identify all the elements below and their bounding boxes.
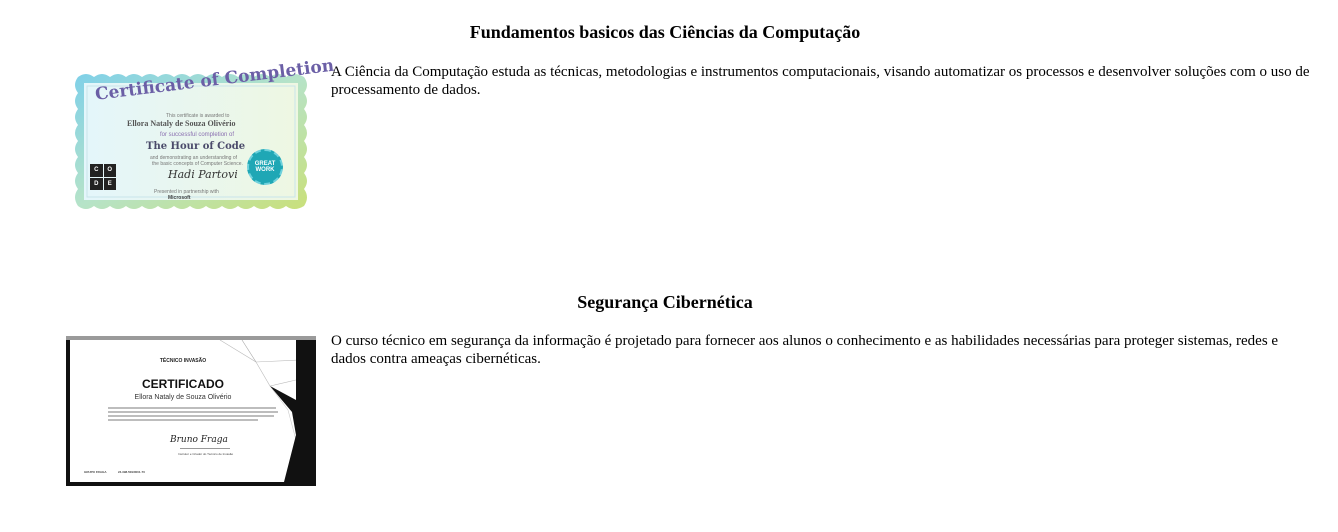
- certificate-course: The Hour of Code: [146, 141, 246, 152]
- section-title: Fundamentos basicos das Ciências da Comp…: [469, 22, 861, 42]
- code-letter: E: [103, 177, 116, 190]
- certificate-image-hour-of-code: Certificate of Completion This certifica…: [72, 56, 335, 212]
- certificate-basic-line: the basic concepts of Computer Science.: [152, 161, 243, 167]
- certificate-paper: TÉCNICO INVASÃO CERTIFICADO Ellora Natal…: [70, 340, 296, 482]
- code-letter: O: [103, 164, 116, 177]
- certificate-mid-label: 24.398.509/0001-70: [118, 470, 145, 474]
- certificate-signature: Bruno Fraga: [170, 435, 228, 445]
- certificate-completion-line: for successful completion of: [160, 132, 235, 138]
- badge-line: WORK: [255, 167, 275, 173]
- certificate-left-label: GRUPO FRAGA: [84, 470, 107, 474]
- great-work-badge-icon: GREAT WORK: [247, 149, 283, 185]
- certificate-signer-role: Instrutor e Criador do Técnico de Invasã…: [178, 452, 234, 456]
- certificate-signature: Hadi Partovi: [168, 168, 238, 181]
- certificate-brand: TÉCNICO INVASÃO: [159, 358, 207, 364]
- certificate-recipient: Ellora Nataly de Souza Olivério: [127, 119, 236, 128]
- code-letter: C: [90, 164, 103, 177]
- section-description: A Ciência da Computação estuda as técnic…: [331, 64, 1310, 98]
- certificate-body-text: [108, 407, 308, 429]
- certificate-footer-line2: Microsoft: [168, 195, 191, 201]
- certificate-image-tecnico-invasao: TÉCNICO INVASÃO CERTIFICADO Ellora Natal…: [66, 336, 316, 486]
- section-description: O curso técnico em segurança da informaç…: [331, 333, 1279, 367]
- section-title: Segurança Cibernética: [577, 292, 753, 312]
- code-letter: D: [90, 177, 103, 190]
- code-org-logo: C O D E: [90, 164, 116, 190]
- certificate-recipient: Ellora Nataly de Souza Olivério: [134, 394, 232, 401]
- signature-line: [180, 448, 230, 449]
- certificate-heading: CERTIFICADO: [142, 377, 224, 391]
